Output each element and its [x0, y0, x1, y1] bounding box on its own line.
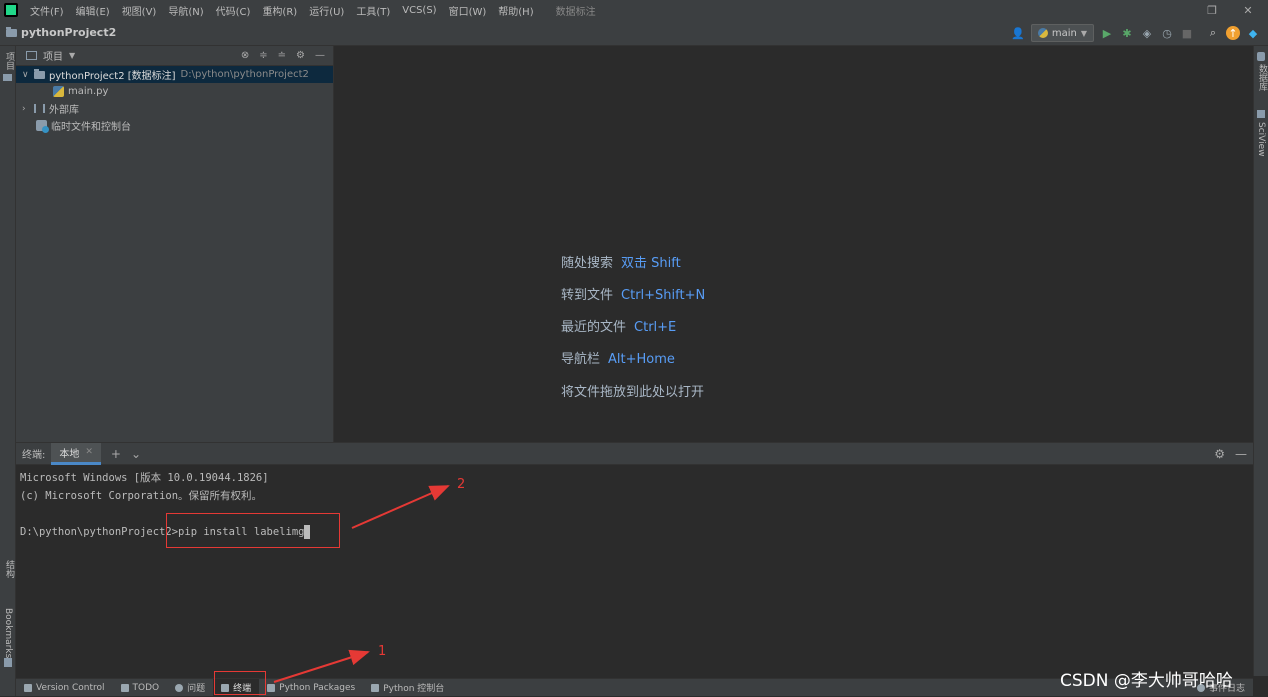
annotation-number-1: 1 [378, 644, 387, 659]
annotation-arrow-1 [273, 649, 370, 683]
annotation-arrows [273, 485, 450, 683]
annotation-arrow-2 [351, 485, 450, 529]
watermark-text: CSDN @李大帅哥哈哈 [1060, 671, 1233, 691]
annotation-number-2: 2 [457, 477, 466, 492]
